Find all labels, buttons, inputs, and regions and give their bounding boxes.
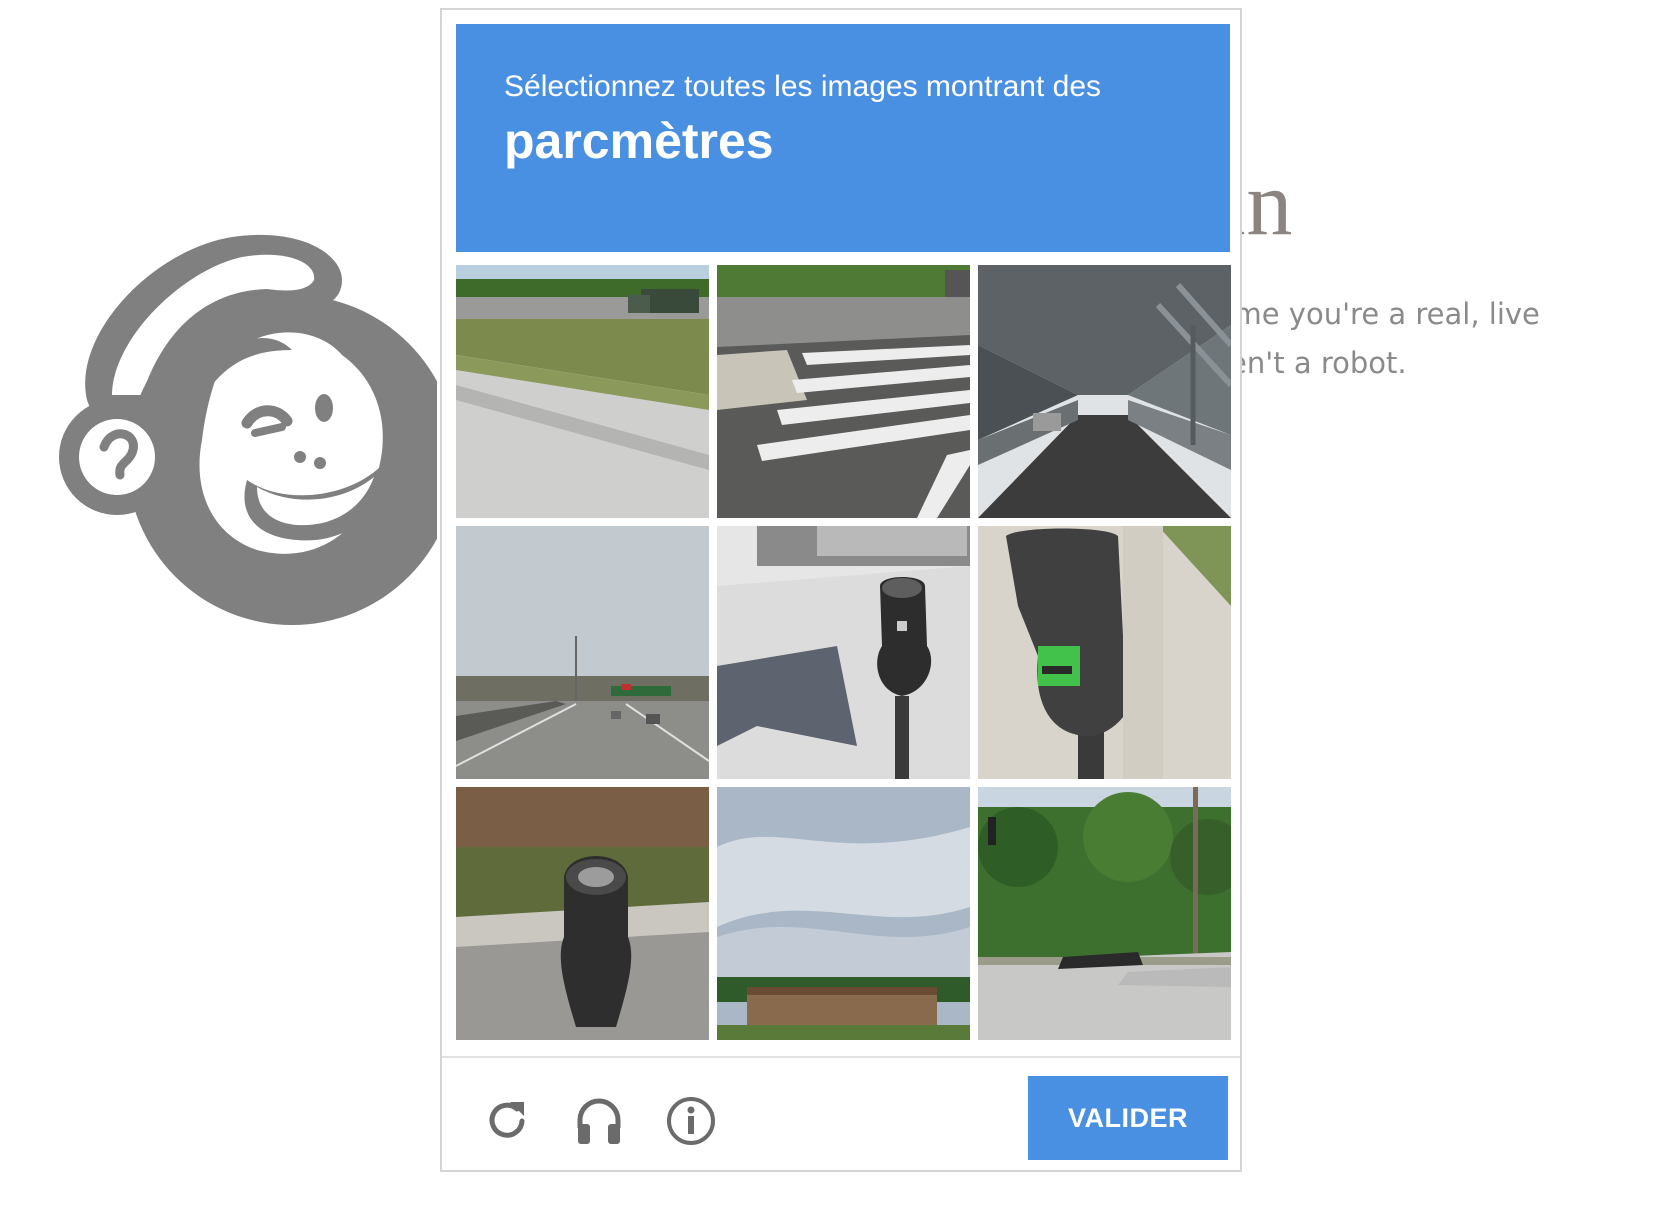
reload-icon[interactable] [480,1094,534,1148]
verify-button[interactable]: VALIDER [1028,1076,1228,1160]
background-paragraph-line: sume you're a real, live [1200,297,1540,331]
captcha-dialog: Sélectionnez toutes les images montrant … [440,8,1242,1172]
image-tile[interactable] [717,787,970,1040]
image-tile[interactable] [717,526,970,779]
headphones-icon[interactable] [572,1094,626,1148]
image-tile[interactable] [717,265,970,518]
captcha-prompt: Sélectionnez toutes les images montrant … [456,24,1230,252]
image-tile[interactable] [456,526,709,779]
image-grid [456,265,1231,1040]
image-tile[interactable] [456,787,709,1040]
background-paragraph: sume you're a real, live aren't a robot. [1200,290,1640,388]
captcha-footer: VALIDER [442,1056,1240,1174]
image-tile[interactable] [456,265,709,518]
image-tile[interactable] [978,265,1231,518]
page: uman sume you're a real, live aren't a r… [0,0,1660,1222]
image-tile[interactable] [978,787,1231,1040]
info-icon[interactable] [664,1094,718,1148]
image-tile[interactable] [978,526,1231,779]
background-paragraph-line: aren't a robot. [1200,346,1407,380]
monkey-logo-icon [42,225,457,635]
captcha-keyword: parcmètres [504,113,774,169]
captcha-instruction: Sélectionnez toutes les images montrant … [504,70,1101,103]
